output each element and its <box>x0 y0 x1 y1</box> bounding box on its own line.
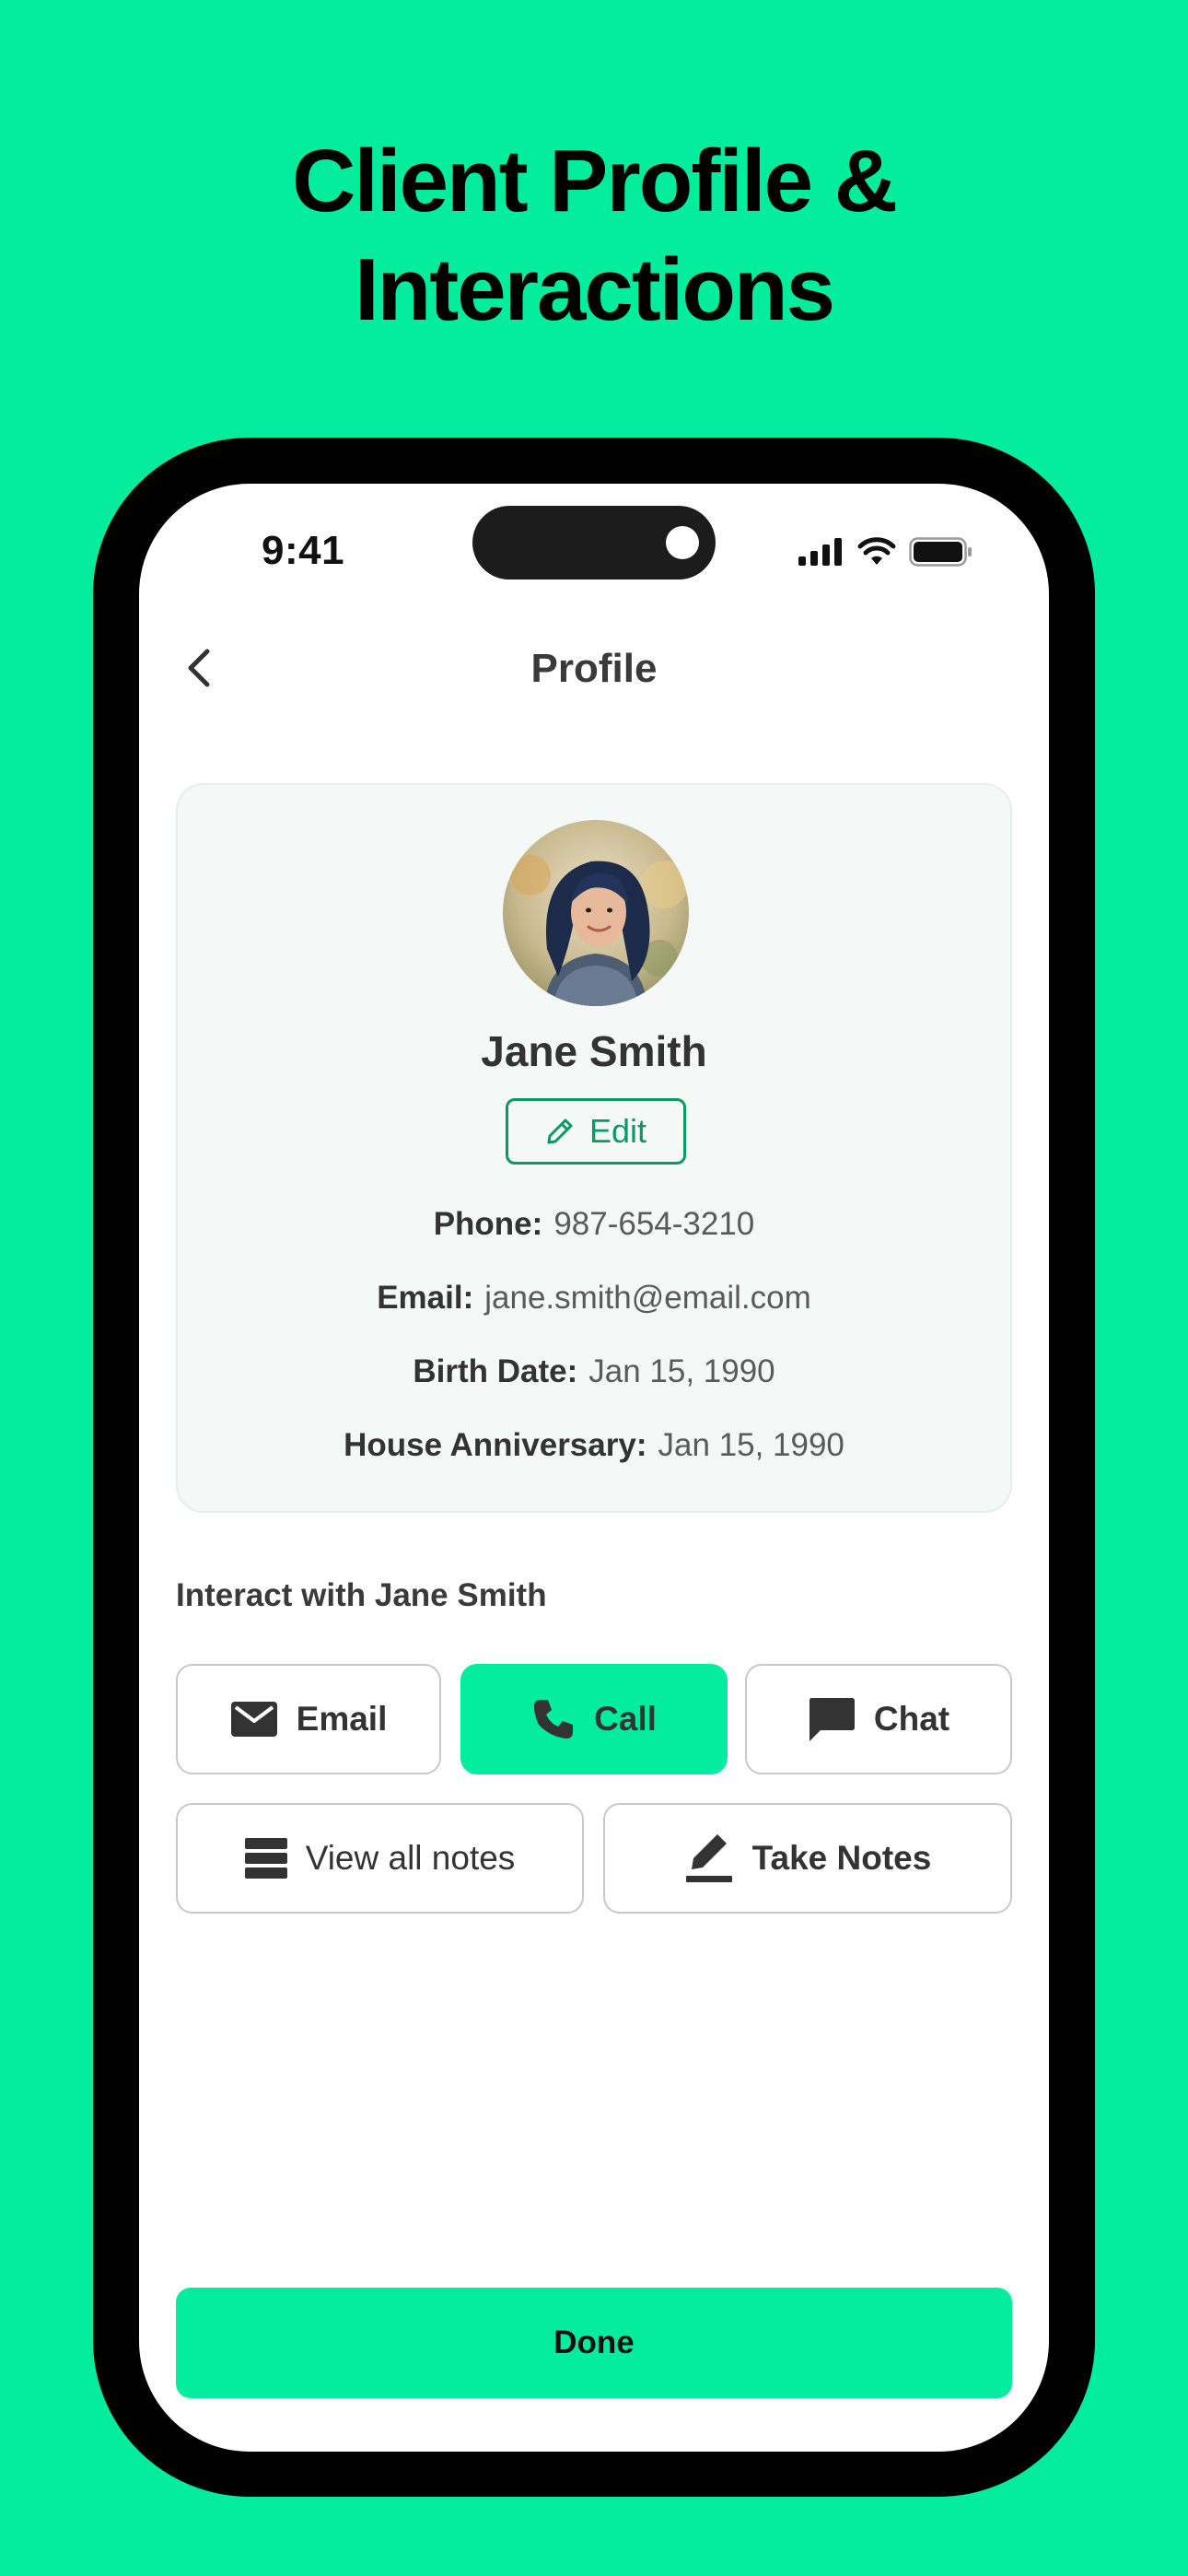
birth-date-label: Birth Date: <box>413 1353 578 1389</box>
headline-line-1: Client Profile & <box>291 132 898 230</box>
phone-row: Phone: 987-654-3210 <box>178 1206 1010 1243</box>
phone-value[interactable]: 987-654-3210 <box>553 1206 754 1242</box>
client-name: Jane Smith <box>481 1027 707 1075</box>
status-time: 9:41 <box>262 528 345 573</box>
headline-line-2: Interactions <box>354 240 835 339</box>
house-anniversary-row: House Anniversary: Jan 15, 1990 <box>178 1427 1010 1464</box>
done-button[interactable]: Done <box>176 2288 1012 2398</box>
pencil-icon <box>547 1118 573 1144</box>
profile-card: Jane Smith Edit Phone: 987-654-3210 Email… <box>176 783 1012 1513</box>
email-label: Email: <box>377 1280 474 1316</box>
status-icons <box>798 537 973 567</box>
page-headline: Client Profile & Interactions <box>0 127 1188 345</box>
birth-date-value: Jan 15, 1990 <box>588 1353 775 1389</box>
camera-dot <box>666 526 699 559</box>
phone-screen: 9:41 Profile Jane Smith Edit Phone: 987-… <box>139 484 1049 2452</box>
wifi-icon <box>857 537 896 565</box>
list-icon <box>244 1838 287 1879</box>
cellular-signal-icon <box>798 538 842 566</box>
birth-date-row: Birth Date: Jan 15, 1990 <box>178 1353 1010 1390</box>
phone-icon <box>534 1700 574 1739</box>
take-notes-button[interactable]: Take Notes <box>603 1803 1012 1914</box>
call-button-label: Call <box>594 1700 657 1738</box>
call-button[interactable]: Call <box>460 1664 728 1774</box>
email-row: Email: jane.smith@email.com <box>178 1280 1010 1317</box>
chat-button-label: Chat <box>873 1700 950 1738</box>
avatar-photo <box>503 820 689 1006</box>
battery-icon <box>909 537 972 567</box>
email-value[interactable]: jane.smith@email.com <box>484 1280 811 1316</box>
view-all-notes-button[interactable]: View all notes <box>176 1803 584 1914</box>
pencil-icon <box>685 1834 732 1882</box>
envelope-icon <box>230 1702 277 1737</box>
phone-label: Phone: <box>433 1206 543 1242</box>
dynamic-island <box>472 506 716 580</box>
page-title: Profile <box>530 646 658 691</box>
chat-button[interactable]: Chat <box>745 1664 1012 1774</box>
email-button[interactable]: Email <box>176 1664 441 1774</box>
take-notes-label: Take Notes <box>751 1839 932 1877</box>
avatar <box>503 820 689 1006</box>
chat-bubble-icon <box>809 1698 855 1741</box>
house-anniversary-value: Jan 15, 1990 <box>658 1427 844 1463</box>
edit-label: Edit <box>588 1112 647 1150</box>
house-anniversary-label: House Anniversary: <box>344 1427 647 1463</box>
interact-section-title: Interact with Jane Smith <box>176 1577 547 1613</box>
edit-profile-button[interactable]: Edit <box>506 1098 686 1165</box>
email-button-label: Email <box>296 1700 388 1738</box>
view-all-notes-label: View all notes <box>305 1839 516 1877</box>
